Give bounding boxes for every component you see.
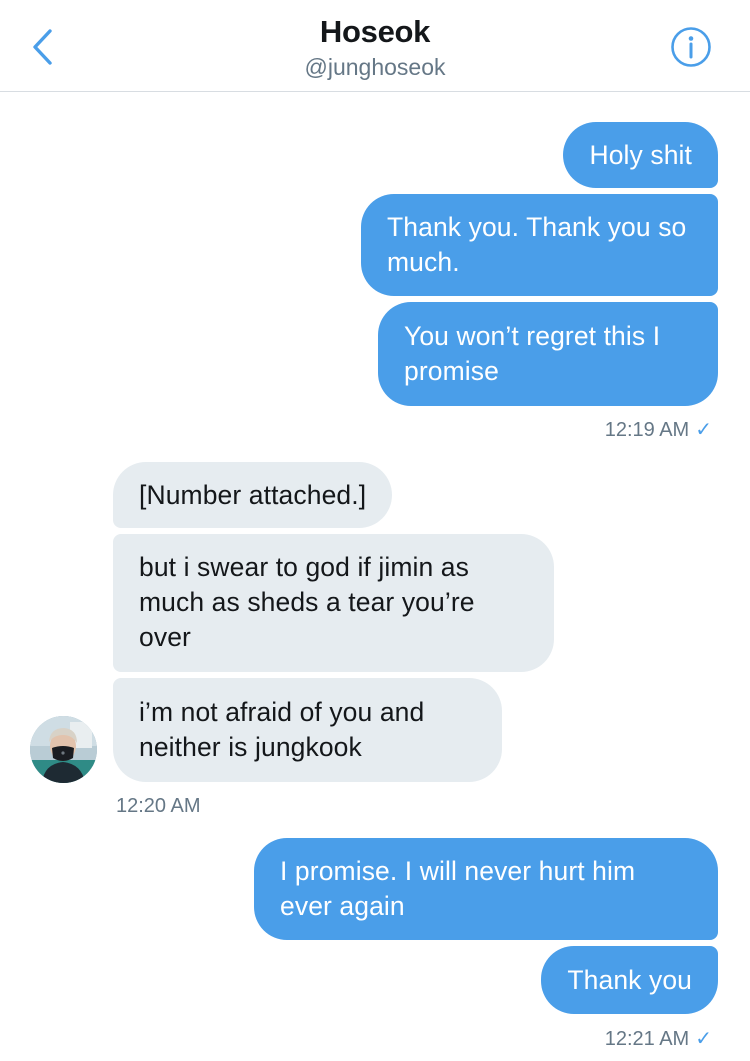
message-bubble-sent[interactable]: Holy shit xyxy=(563,122,718,188)
timestamp-text: 12:20 AM xyxy=(116,795,201,817)
message-bubble-sent[interactable]: I promise. I will never hurt him ever ag… xyxy=(254,838,718,940)
contact-name: Hoseok xyxy=(319,14,431,49)
header-title[interactable]: Hoseok @junghoseok xyxy=(0,14,750,82)
read-checkmark-icon: ✓ xyxy=(695,1028,712,1050)
avatar[interactable] xyxy=(30,716,97,783)
info-icon xyxy=(671,27,711,67)
message-bubble-received[interactable]: but i swear to god if jimin as much as s… xyxy=(113,534,554,672)
timestamp-text: 12:21 AM xyxy=(604,1028,690,1050)
message-bubble-received[interactable]: i’m not afraid of you and neither is jun… xyxy=(113,678,502,782)
message-bubble-sent[interactable]: Thank you xyxy=(541,946,718,1014)
avatar-photo xyxy=(30,716,97,783)
message-bubble-received[interactable]: [Number attached.] xyxy=(113,462,393,528)
dm-conversation-screen: Hoseok @junghoseok Holy shit Thank you. … xyxy=(0,0,750,1061)
read-checkmark-icon: ✓ xyxy=(695,419,712,441)
timestamp-text: 12:19 AM xyxy=(604,419,690,441)
conversation-info-button[interactable] xyxy=(670,26,712,68)
message-bubble-sent[interactable]: You won’t regret this I promise xyxy=(378,302,718,406)
conversation-header: Hoseok @junghoseok xyxy=(0,0,750,92)
message-bubble-sent[interactable]: Thank you. Thank you so much. xyxy=(361,194,718,296)
message-timestamp: 12:20 AM xyxy=(116,794,201,818)
message-timestamp: 12:21 AM ✓ xyxy=(605,1027,712,1051)
contact-handle: @junghoseok xyxy=(304,54,446,80)
message-timestamp: 12:19 AM ✓ xyxy=(605,418,712,442)
